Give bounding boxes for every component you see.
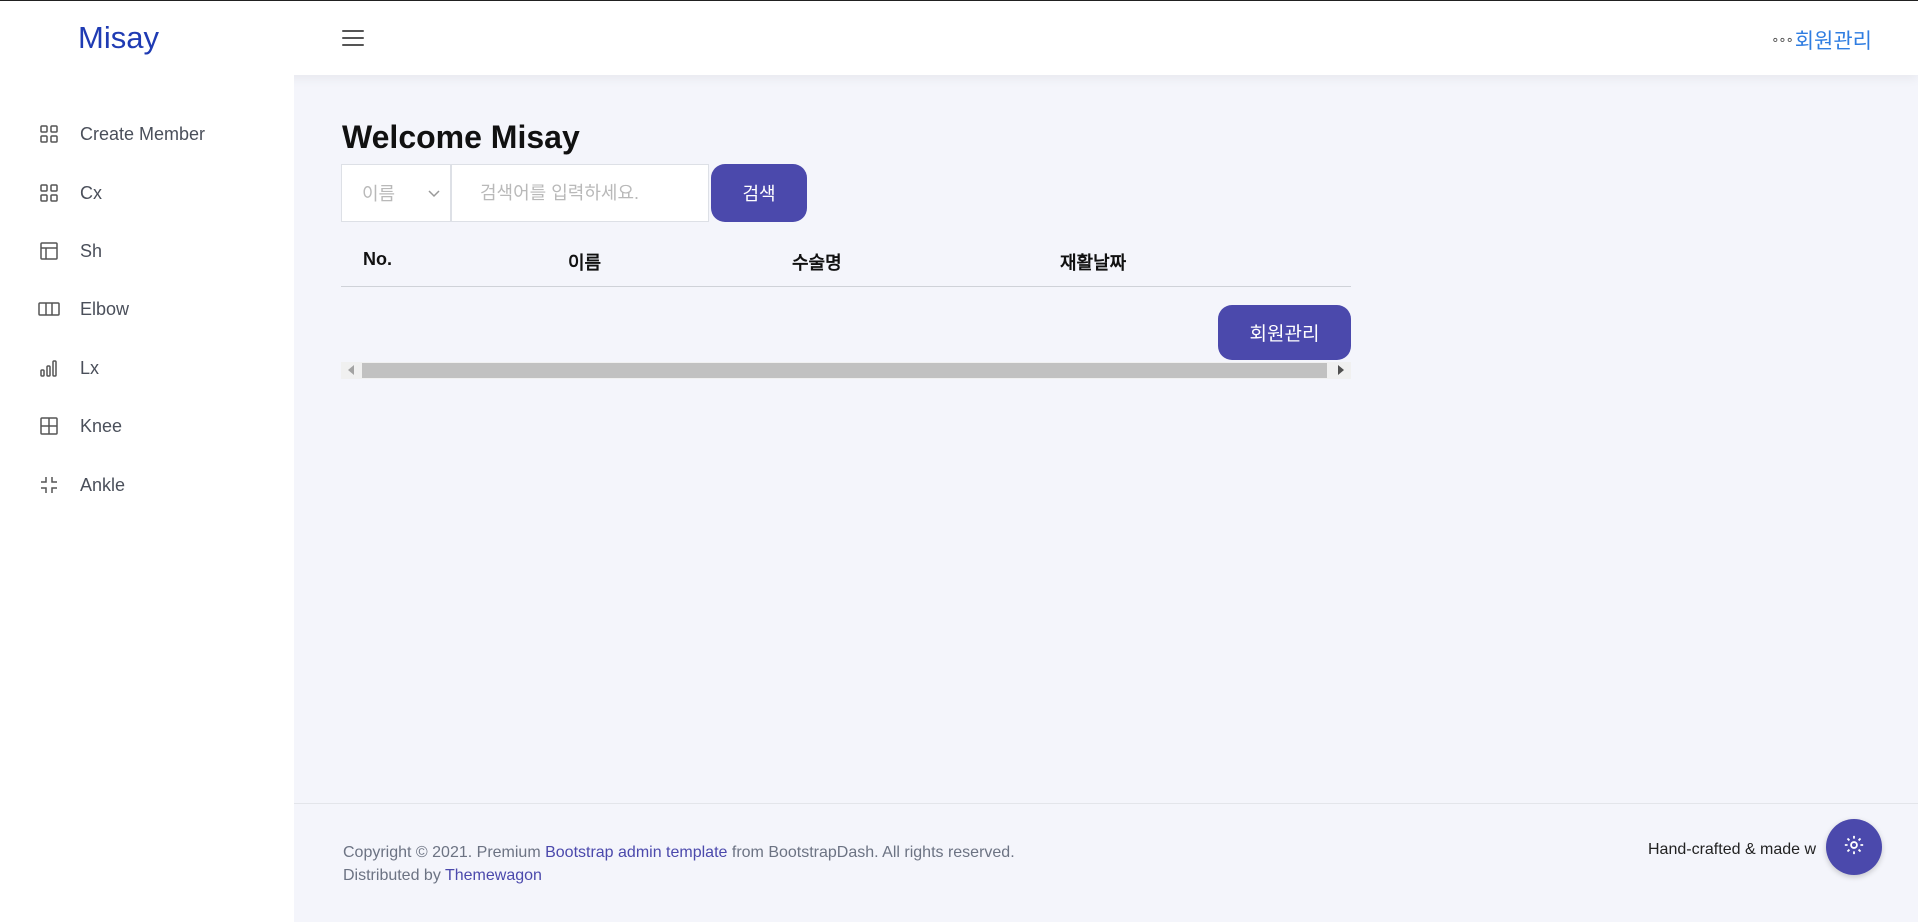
- column-header-name: 이름: [568, 253, 602, 273]
- brand-logo[interactable]: Misay: [78, 20, 159, 56]
- themewagon-link[interactable]: Themewagon: [445, 867, 542, 884]
- member-management-label: 회원관리: [1794, 30, 1872, 53]
- bootstrap-template-link[interactable]: Bootstrap admin template: [545, 844, 727, 861]
- sidebar-item-knee[interactable]: Knee: [38, 411, 122, 441]
- distributed-prefix: Distributed by: [343, 867, 445, 884]
- navbar: Misay ∘∘∘ 회원관리: [0, 1, 1918, 75]
- sidebar-item-sh[interactable]: Sh: [38, 236, 102, 266]
- sidebar-item-create-member[interactable]: Create Member: [38, 119, 205, 149]
- scroll-left-icon[interactable]: [348, 365, 354, 375]
- horizontal-scrollbar[interactable]: [341, 362, 1351, 379]
- search-bar: 이름 검색: [341, 164, 807, 222]
- copyright-suffix: from BootstrapDash. All rights reserved.: [727, 844, 1015, 861]
- search-button[interactable]: 검색: [711, 164, 807, 222]
- scroll-right-icon[interactable]: [1338, 365, 1344, 375]
- column-header-surgery: 수술명: [792, 253, 842, 273]
- layout-icon: [38, 240, 60, 262]
- table-header-row: No. 이름 수술명 재활날짜: [341, 231, 1351, 287]
- sidebar-item-lx[interactable]: Lx: [38, 353, 99, 383]
- table-icon: [38, 415, 60, 437]
- sidebar-item-label: Sh: [80, 240, 103, 261]
- columns-icon: [38, 298, 60, 320]
- select-value: 이름: [362, 184, 396, 204]
- sidebar-item-elbow[interactable]: Elbow: [38, 294, 129, 324]
- sidebar-item-label: Knee: [80, 415, 123, 436]
- search-input[interactable]: [451, 164, 709, 222]
- bar-chart-icon: [38, 357, 60, 379]
- sidebar-item-ankle[interactable]: Ankle: [38, 470, 125, 500]
- sidebar-item-label: Ankle: [80, 474, 126, 495]
- minimize-icon: [38, 474, 60, 496]
- gear-icon: [1843, 834, 1865, 861]
- member-management-button[interactable]: 회원관리: [1218, 305, 1351, 360]
- sidebar-item-label: Lx: [80, 357, 100, 378]
- member-management-link[interactable]: ∘∘∘ 회원관리: [1771, 25, 1872, 55]
- grid-icon: [38, 123, 60, 145]
- scrollbar-thumb[interactable]: [362, 363, 1327, 378]
- footer-copyright: Copyright © 2021. Premium Bootstrap admi…: [343, 841, 1015, 887]
- sidebar: Create Member Cx Sh Elbow Lx Knee Ankle: [0, 75, 294, 922]
- page-title: Welcome Misay: [342, 119, 580, 155]
- sidebar-item-label: Elbow: [80, 298, 130, 319]
- sidebar-item-label: Create Member: [80, 123, 206, 144]
- main-content: Welcome Misay 이름 검색 No. 이름 수술명 재활날짜 회원관리: [294, 75, 1918, 922]
- settings-button[interactable]: [1826, 819, 1882, 875]
- column-header-rehab-date: 재활날짜: [1060, 253, 1127, 273]
- grid-icon: [38, 182, 60, 204]
- menu-toggle-icon[interactable]: [342, 30, 364, 48]
- sidebar-item-cx[interactable]: Cx: [38, 178, 102, 208]
- footer-handcrafted: Hand-crafted & made w: [1648, 841, 1817, 858]
- copyright-prefix: Copyright © 2021. Premium: [343, 844, 546, 861]
- chevron-down-icon: [428, 185, 440, 201]
- column-header-no: No.: [363, 249, 392, 269]
- search-field-select[interactable]: 이름: [341, 164, 451, 222]
- footer-divider: [294, 803, 1918, 804]
- sidebar-item-label: Cx: [80, 182, 102, 203]
- dots-icon: ∘∘∘: [1771, 32, 1793, 47]
